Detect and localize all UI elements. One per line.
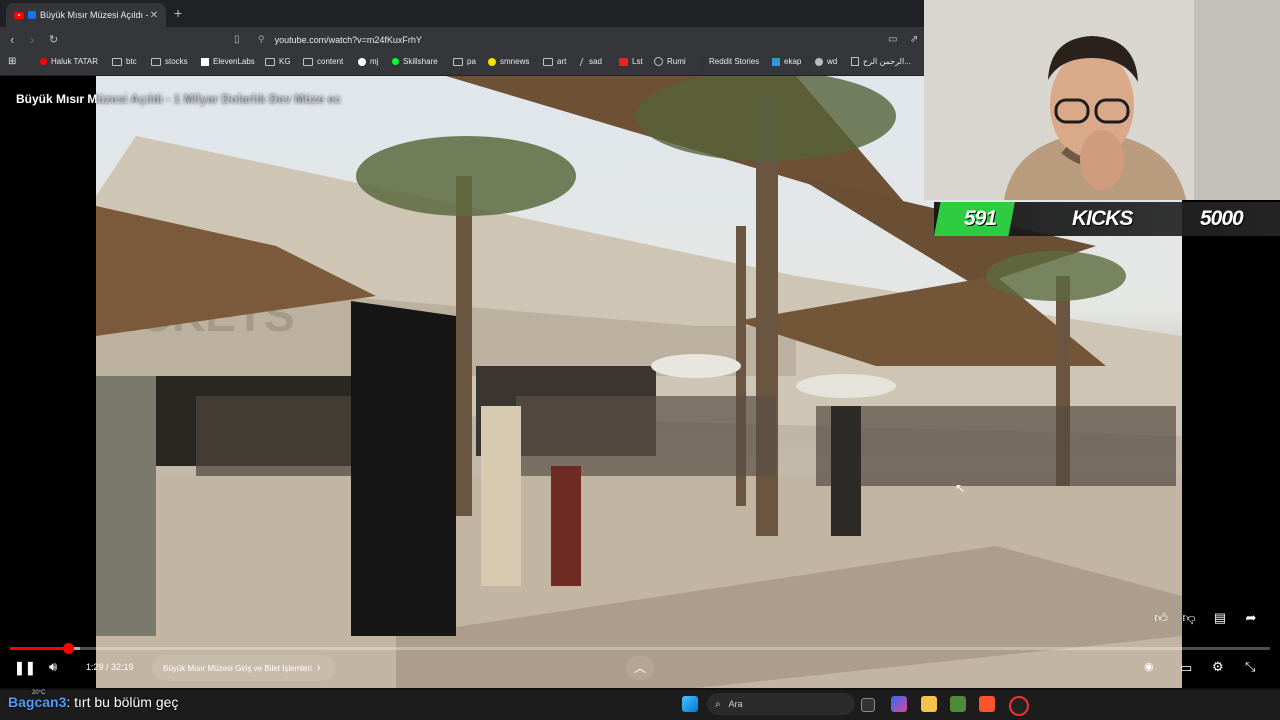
reload-icon[interactable]: ↻ — [49, 33, 58, 46]
folder-icon — [303, 57, 313, 66]
weather-temperature: 20°C — [32, 690, 46, 696]
site-info-icon[interactable]: ⚲ — [258, 34, 265, 45]
bookmark-icon[interactable]: ▯ — [234, 34, 240, 45]
goal-current: 591 — [964, 207, 997, 230]
skillshare-icon — [392, 58, 399, 65]
new-tab-button[interactable]: + — [174, 5, 182, 21]
like-icon[interactable]: 👍︎ — [1149, 610, 1173, 632]
back-icon[interactable]: ‹ — [10, 32, 14, 47]
cast-icon[interactable]: ▭ — [888, 34, 897, 45]
chat-text: : tırt bu bölüm geç — [66, 694, 179, 710]
bookmark-item[interactable]: Reddit Stories — [699, 57, 759, 66]
url-text: youtube.com/watch?v=m24fKuxFrhY — [274, 34, 422, 45]
bookmark-item[interactable]: Haluk TATAR — [40, 57, 98, 66]
volume-icon[interactable]: 🔊︎ — [49, 659, 57, 675]
lst-icon — [619, 57, 628, 66]
streamer-webcam-image — [924, 0, 1280, 200]
goal-target: 5000 — [1200, 207, 1244, 230]
page-icon — [851, 57, 859, 66]
browser-tab-strip: Büyük Mısır Müzesi Açıldı - 1 ✕ + — [0, 0, 924, 27]
copilot-icon[interactable] — [891, 696, 907, 712]
github-icon — [358, 57, 366, 66]
file-explorer-icon[interactable] — [921, 696, 937, 712]
folder-icon — [151, 57, 161, 66]
autoplay-toggle[interactable]: ◉ — [1144, 660, 1154, 673]
smiley-icon — [488, 57, 496, 66]
obs-icon[interactable] — [1009, 696, 1029, 716]
windows-taskbar — [0, 690, 1280, 720]
globe-icon — [654, 57, 663, 66]
share-arrow-icon[interactable]: ➦ — [1239, 610, 1263, 632]
share-icon[interactable]: ⇗ — [910, 34, 918, 45]
apps-icon[interactable]: ⊞ — [8, 56, 16, 67]
mouse-cursor-icon: ↖ — [955, 481, 966, 495]
url-bar[interactable]: ⚲ youtube.com/watch?v=m24fKuxFrhY — [258, 30, 908, 49]
bookmark-item[interactable]: الرحمن الرح... — [851, 57, 911, 66]
bookmark-item[interactable]: ElevenLabs — [201, 57, 255, 66]
chat-username: Bagcan3 — [8, 694, 67, 710]
chapter-button[interactable]: Büyük Mısır Müzesi Giriş ve Bilet İşleml… — [152, 655, 335, 681]
close-tab-icon[interactable]: ✕ — [148, 10, 160, 21]
forward-icon[interactable]: › — [30, 32, 34, 47]
bookmark-folder[interactable]: art — [543, 57, 566, 66]
pause-icon[interactable]: ❚❚ — [14, 660, 36, 676]
bookmark-item[interactable]: smnews — [488, 57, 529, 66]
comments-icon[interactable]: ▤ — [1208, 610, 1232, 632]
goal-label: KICKS — [1072, 207, 1133, 230]
bookmark-item[interactable]: Skillshare — [392, 57, 438, 66]
youtube-icon — [40, 58, 47, 65]
bookmark-folder[interactable]: pa — [453, 57, 476, 66]
slash-icon — [579, 57, 587, 66]
address-toolbar: ‹ › ↻ ▯ ⚲ youtube.com/watch?v=m24fKuxFrh… — [0, 27, 924, 53]
bookmark-item[interactable]: mj — [358, 57, 378, 66]
task-view-icon[interactable] — [861, 698, 875, 712]
ekap-icon — [772, 57, 780, 66]
search-icon: ⌕ — [715, 698, 721, 710]
stream-goal-bar: 591 KICKS 5000 — [934, 202, 1280, 236]
brave-browser-icon[interactable] — [979, 696, 995, 712]
chapter-title: Büyük Mısır Müzesi Giriş ve Bilet İşleml… — [163, 663, 312, 673]
subtitles-icon[interactable]: ▭ — [1180, 660, 1192, 676]
bookmark-folder[interactable]: KG — [265, 57, 291, 66]
folder-icon — [543, 57, 553, 66]
bookmark-folder[interactable]: btc — [112, 57, 137, 66]
chat-message: 20°C Bagcan3: tırt bu bölüm geç — [8, 690, 179, 710]
youtube-icon — [14, 11, 24, 19]
folder-icon — [265, 57, 275, 66]
folder-icon — [453, 57, 463, 66]
chevron-right-icon: › — [316, 662, 321, 674]
bookmark-folder[interactable]: content — [303, 57, 343, 66]
video-progress-bar[interactable] — [10, 647, 1270, 650]
browser-tab[interactable]: Büyük Mısır Müzesi Açıldı - 1 ✕ — [6, 3, 166, 27]
played-bar — [10, 647, 68, 650]
webcam-overlay — [924, 0, 1280, 200]
windows-start-icon[interactable] — [682, 696, 698, 712]
extension-icon — [28, 11, 36, 19]
video-title-overlay: Büyük Mısır Müzesi Açıldı - 1 Milyar Dol… — [16, 92, 341, 106]
snipping-tool-icon[interactable] — [950, 696, 966, 712]
reddit-stories-icon — [699, 57, 705, 66]
bookmark-folder[interactable]: stocks — [151, 57, 188, 66]
wd-icon — [815, 57, 823, 66]
bookmark-item[interactable]: Lst — [619, 57, 643, 66]
bookmarks-bar: ⊞ Haluk TATAR btc stocks ElevenLabs KG c… — [0, 53, 924, 76]
chevron-up-icon[interactable]: ︿ — [626, 656, 654, 680]
exit-fullscreen-icon[interactable]: ⤡ — [1245, 659, 1255, 675]
bookmark-item[interactable]: sad — [579, 57, 602, 66]
settings-gear-icon[interactable]: ⚙ — [1212, 659, 1224, 675]
scrubber-handle[interactable] — [62, 643, 74, 654]
taskbar-search[interactable]: ⌕ Ara — [707, 693, 855, 715]
folder-icon — [112, 57, 122, 66]
bookmark-item[interactable]: Rumi — [654, 57, 686, 66]
tab-title: Büyük Mısır Müzesi Açıldı - 1 — [40, 10, 148, 20]
search-placeholder: Ara — [728, 699, 743, 709]
time-display: 1:29 / 32:19 — [86, 662, 134, 672]
bookmark-item[interactable]: ekap — [772, 57, 801, 66]
dislike-icon[interactable]: 👎︎ — [1177, 610, 1201, 632]
elevenlabs-icon — [201, 57, 209, 66]
bookmark-item[interactable]: wd — [815, 57, 837, 66]
